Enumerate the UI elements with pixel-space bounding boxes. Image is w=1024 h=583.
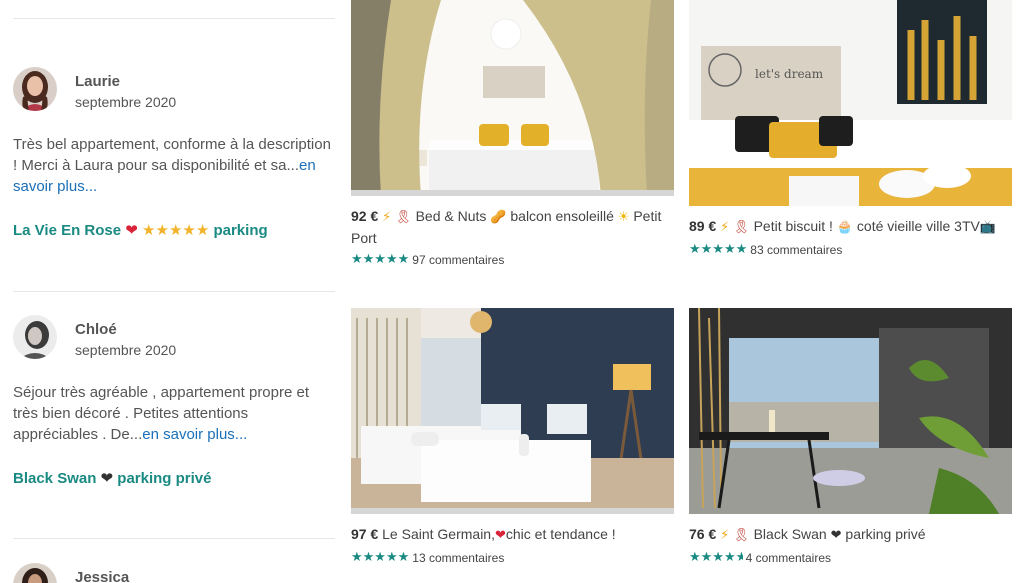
- rating-stars: ★★★★★: [689, 242, 748, 257]
- listing-name: Black Swan: [13, 470, 97, 487]
- listing-title[interactable]: 92 € ⚡ 🎗 Bed & Nuts 🥜 balcon ensoleillé …: [351, 206, 674, 248]
- rating-stars: ★★★★★: [351, 550, 410, 565]
- sparkling-heart-icon: ❤: [125, 221, 138, 239]
- listing-price: 76 €: [689, 526, 717, 542]
- cupcake-icon: 🧁: [836, 220, 854, 235]
- listing-photo[interactable]: let's dream: [689, 0, 1012, 206]
- review-date: septembre 2020: [75, 342, 177, 358]
- ribbon-icon: 🎗: [733, 528, 750, 543]
- star-icon: ★: [182, 221, 196, 239]
- review-count: 4 commentaires: [745, 550, 831, 565]
- listing-price: 92 €: [351, 208, 379, 224]
- review-card: Chloé septembre 2020 Séjour très agréabl…: [13, 315, 335, 490]
- divider: [13, 291, 335, 292]
- reviews-column: Laurie septembre 2020 Très bel apparteme…: [0, 0, 336, 583]
- balcony-photo: [689, 308, 1012, 514]
- black-heart-icon: ❤: [100, 469, 114, 487]
- listing-name: Bed & Nuts: [415, 208, 487, 224]
- peanut-icon: 🥜: [490, 210, 507, 225]
- tv-icon: 📺: [979, 220, 997, 235]
- star-icon: ★: [155, 221, 169, 239]
- listing-title[interactable]: 97 € Le Saint Germain,❤chic et tendance …: [351, 524, 674, 546]
- review-text: Séjour très agréable , appartement propr…: [13, 382, 335, 445]
- avatar[interactable]: [13, 67, 57, 111]
- bedroom-photo: let's dream: [689, 0, 1012, 206]
- listing-title[interactable]: 76 € ⚡ 🎗 Black Swan ❤ parking privé: [689, 524, 1012, 546]
- avatar[interactable]: [13, 563, 57, 583]
- listing-name-rest: coté vieille ville 3TV: [856, 218, 980, 234]
- lightning-icon: ⚡: [720, 220, 730, 235]
- listing-name-rest: balcon ensoleillé: [510, 208, 614, 224]
- listing-name: Le Saint Germain,: [382, 526, 495, 542]
- review-text: Très bel appartement, conforme à la desc…: [13, 134, 335, 197]
- avatar-photo: [13, 563, 57, 583]
- lightning-icon: ⚡: [382, 210, 392, 225]
- listing-rating: ★★★★★ 97 commentaires: [351, 252, 674, 267]
- reviewer-name: Jessica: [75, 569, 130, 583]
- ribbon-icon: 🎗: [733, 220, 750, 235]
- photo-bottom-bar: [351, 508, 674, 514]
- divider: [13, 538, 335, 539]
- lightning-icon: ⚡: [720, 528, 730, 543]
- svg-text:let's dream: let's dream: [755, 67, 824, 81]
- listing-name-rest: chic et tendance !: [505, 526, 616, 542]
- listing-card[interactable]: 97 € Le Saint Germain,❤chic et tendance …: [351, 308, 674, 565]
- listing-suffix: parking privé: [117, 470, 212, 487]
- bedroom-photo: [351, 308, 674, 514]
- listing-rating: ★★★★★ 4 commentaires: [689, 550, 1012, 565]
- listing-name: Black Swan: [753, 526, 827, 542]
- review-count: 83 commentaires: [750, 242, 843, 257]
- listing-rating: ★★★★★ 13 commentaires: [351, 550, 674, 565]
- avatar-photo: [13, 315, 57, 359]
- review-card: Jessica: [13, 563, 335, 583]
- listing-rating: ★★★★★ 83 commentaires: [689, 242, 1012, 257]
- heart-icon: ❤: [494, 528, 506, 543]
- listing-suffix: parking: [213, 222, 268, 239]
- review-date: septembre 2020: [75, 94, 177, 110]
- ribbon-icon: 🎗: [395, 210, 412, 225]
- review-card: Laurie septembre 2020 Très bel apparteme…: [13, 67, 335, 242]
- review-body: Très bel appartement, conforme à la desc…: [13, 136, 331, 174]
- read-more-link[interactable]: en savoir plus...: [142, 426, 247, 443]
- listing-name: La Vie En Rose: [13, 222, 122, 239]
- reviewer-name: Chloé: [75, 321, 117, 338]
- review-count: 97 commentaires: [412, 252, 505, 267]
- rating-stars: ★★★★★: [351, 252, 410, 267]
- star-icon: ★: [168, 221, 183, 239]
- listing-photo[interactable]: [689, 308, 1012, 514]
- avatar[interactable]: [13, 315, 57, 359]
- listing-photo[interactable]: [351, 0, 674, 196]
- listing-name: Petit biscuit !: [753, 218, 833, 234]
- reviewer-name: Laurie: [75, 73, 121, 90]
- listing-photo[interactable]: [351, 308, 674, 514]
- listing-price: 97 €: [351, 526, 379, 542]
- star-icon: ★: [142, 221, 156, 239]
- listing-title[interactable]: 89 € ⚡ 🎗 Petit biscuit ! 🧁 coté vieille …: [689, 216, 1012, 238]
- listing-name-rest: parking privé: [845, 526, 926, 542]
- listing-card[interactable]: 92 € ⚡ 🎗 Bed & Nuts 🥜 balcon ensoleillé …: [351, 0, 674, 267]
- divider: [13, 18, 335, 19]
- star-icon: ★: [195, 221, 210, 239]
- sun-icon: ☀: [617, 210, 630, 225]
- listing-price: 89 €: [689, 218, 717, 234]
- listing-card[interactable]: 76 € ⚡ 🎗 Black Swan ❤ parking privé ★★★★…: [689, 308, 1012, 565]
- avatar-photo: [13, 67, 57, 111]
- listing-card[interactable]: let's dream 89 € ⚡ 🎗 Petit biscuit ! 🧁 c…: [689, 0, 1012, 257]
- black-heart-icon: ❤: [830, 528, 842, 543]
- rating-stars: ★★★★★: [689, 550, 743, 565]
- photo-bottom-bar: [351, 190, 674, 196]
- bedroom-photo: [351, 0, 674, 196]
- review-listing-link[interactable]: Black Swan ❤ parking privé: [13, 467, 335, 490]
- review-count: 13 commentaires: [412, 550, 505, 565]
- review-listing-link[interactable]: La Vie En Rose ❤ ★★★★★ parking: [13, 219, 335, 242]
